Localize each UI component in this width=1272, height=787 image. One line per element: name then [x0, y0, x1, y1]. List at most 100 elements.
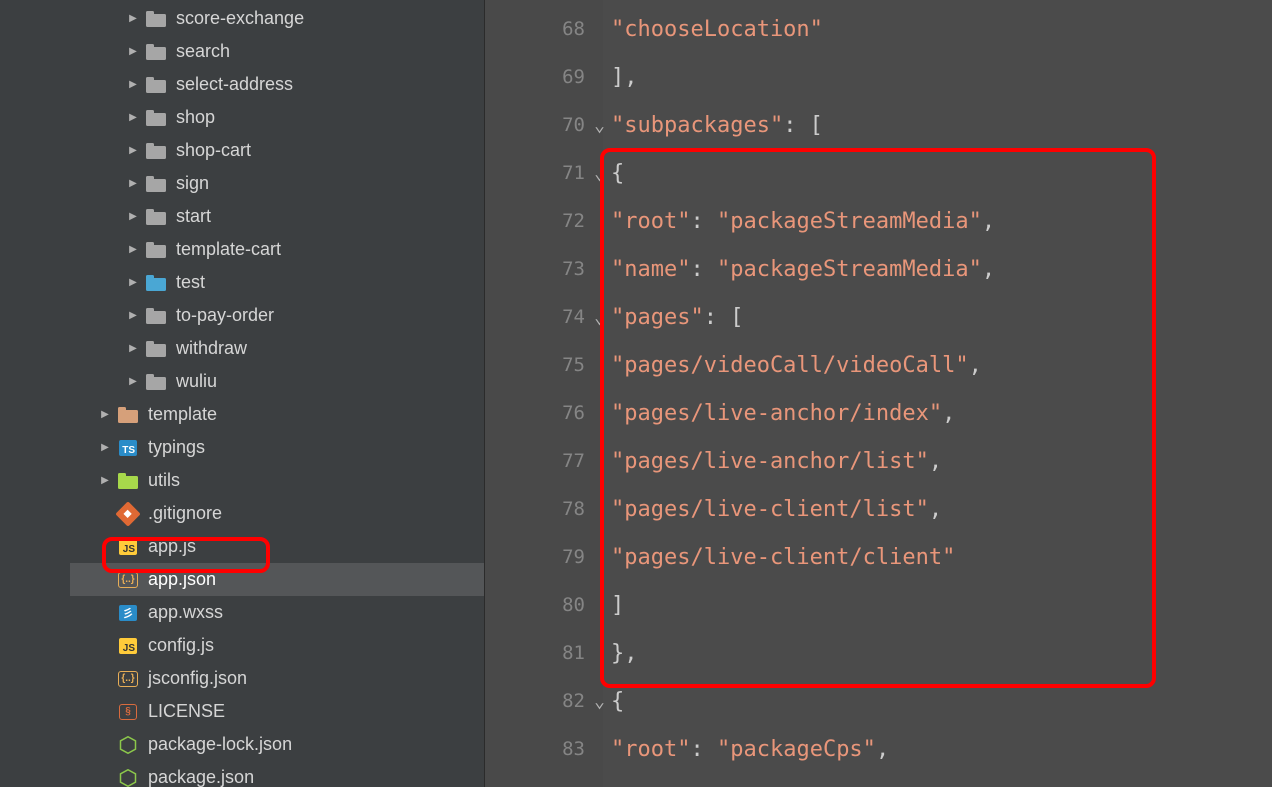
- tree-file-package-json[interactable]: package.json: [70, 761, 484, 787]
- code-line[interactable]: "pages/videoCall/videoCall",: [611, 341, 1272, 389]
- tree-item-label: wuliu: [176, 371, 217, 392]
- git-icon: ◆: [118, 504, 138, 524]
- tree-item-label: search: [176, 41, 230, 62]
- tree-file-LICENSE[interactable]: §LICENSE: [70, 695, 484, 728]
- expand-arrow-icon[interactable]: ▶: [126, 210, 140, 224]
- expand-arrow-icon[interactable]: ▶: [98, 441, 112, 455]
- tree-folder-template[interactable]: ▶template: [70, 398, 484, 431]
- code-line[interactable]: {: [611, 149, 1272, 197]
- tree-file-jsconfig-json[interactable]: {..}jsconfig.json: [70, 662, 484, 695]
- tree-file-package-lock-json[interactable]: package-lock.json: [70, 728, 484, 761]
- line-number: 80: [485, 581, 603, 629]
- fold-toggle-icon[interactable]: ⌄: [594, 115, 605, 136]
- json-icon: {..}: [118, 570, 138, 590]
- tree-item-label: app.wxss: [148, 602, 223, 623]
- code-editor[interactable]: 686970⌄71⌄727374⌄7576777879808182⌄83 "ch…: [485, 0, 1272, 787]
- tree-item-label: .gitignore: [148, 503, 222, 524]
- tree-item-label: jsconfig.json: [148, 668, 247, 689]
- tree-folder-start[interactable]: ▶start: [70, 200, 484, 233]
- line-number: 81: [485, 629, 603, 677]
- tree-folder-score-exchange[interactable]: ▶ score-exchange: [70, 2, 484, 35]
- code-line[interactable]: ]: [611, 581, 1272, 629]
- folder-icon: [146, 372, 166, 392]
- license-icon: §: [118, 702, 138, 722]
- expand-arrow-icon[interactable]: ▶: [126, 276, 140, 290]
- js-icon: JS: [118, 636, 138, 656]
- line-number: 74⌄: [485, 293, 603, 341]
- tree-file-app-json[interactable]: {..} app.json: [70, 563, 484, 596]
- tree-file-config-js[interactable]: JS config.js: [70, 629, 484, 662]
- tree-item-label: app.json: [148, 569, 216, 590]
- tree-folder-withdraw[interactable]: ▶ withdraw: [70, 332, 484, 365]
- tree-folder-template-cart[interactable]: ▶template-cart: [70, 233, 484, 266]
- code-line[interactable]: "chooseLocation": [611, 5, 1272, 53]
- expand-arrow-icon[interactable]: ▶: [98, 474, 112, 488]
- tree-item-label: config.js: [148, 635, 214, 656]
- folder-test-icon: [146, 273, 166, 293]
- code-line[interactable]: "pages/live-client/list",: [611, 485, 1272, 533]
- line-number: 70⌄: [485, 101, 603, 149]
- tree-file--gitignore[interactable]: ◆ .gitignore: [70, 497, 484, 530]
- tree-folder-wuliu[interactable]: ▶ wuliu: [70, 365, 484, 398]
- code-line[interactable]: },: [611, 629, 1272, 677]
- folder-ts-icon: TS: [118, 438, 138, 458]
- folder-icon: [146, 9, 166, 29]
- tree-item-label: utils: [148, 470, 180, 491]
- tree-file-app-wxss[interactable]: 彡 app.wxss: [70, 596, 484, 629]
- tree-folder-shop[interactable]: ▶ shop: [70, 101, 484, 134]
- line-number: 78: [485, 485, 603, 533]
- fold-toggle-icon[interactable]: ⌄: [594, 163, 605, 184]
- line-number: 83: [485, 725, 603, 773]
- expand-arrow-icon[interactable]: ▶: [126, 45, 140, 59]
- line-number: 72: [485, 197, 603, 245]
- expand-arrow-icon[interactable]: ▶: [126, 177, 140, 191]
- expand-arrow-icon[interactable]: ▶: [126, 243, 140, 257]
- expand-arrow-icon[interactable]: ▶: [126, 78, 140, 92]
- line-number: 73: [485, 245, 603, 293]
- expand-arrow-icon[interactable]: ▶: [98, 408, 112, 422]
- tree-file-app-js[interactable]: JSapp.js: [70, 530, 484, 563]
- expand-arrow-icon[interactable]: ▶: [126, 309, 140, 323]
- code-line[interactable]: "pages/live-anchor/index",: [611, 389, 1272, 437]
- tree-item-label: app.js: [148, 536, 196, 557]
- folder-icon: [146, 207, 166, 227]
- code-line[interactable]: "name": "packageStreamMedia",: [611, 245, 1272, 293]
- tree-folder-utils[interactable]: ▶ utils: [70, 464, 484, 497]
- tree-item-label: score-exchange: [176, 8, 304, 29]
- folder-icon: [146, 174, 166, 194]
- code-line[interactable]: "root": "packageCps",: [611, 725, 1272, 773]
- code-line[interactable]: {: [611, 677, 1272, 725]
- expand-arrow-icon[interactable]: ▶: [126, 375, 140, 389]
- code-line[interactable]: "pages": [: [611, 293, 1272, 341]
- expand-arrow-icon[interactable]: ▶: [126, 111, 140, 125]
- tree-folder-search[interactable]: ▶ search: [70, 35, 484, 68]
- fold-toggle-icon[interactable]: ⌄: [594, 691, 605, 712]
- tree-item-label: withdraw: [176, 338, 247, 359]
- tree-item-label: sign: [176, 173, 209, 194]
- tree-folder-sign[interactable]: ▶ sign: [70, 167, 484, 200]
- folder-icon: [146, 306, 166, 326]
- tree-item-label: shop: [176, 107, 215, 128]
- node-icon: [118, 768, 138, 787]
- expand-arrow-icon[interactable]: ▶: [126, 144, 140, 158]
- expand-arrow-icon[interactable]: ▶: [126, 12, 140, 26]
- tree-folder-typings[interactable]: ▶TStypings: [70, 431, 484, 464]
- tree-folder-shop-cart[interactable]: ▶shop-cart: [70, 134, 484, 167]
- tree-folder-select-address[interactable]: ▶select-address: [70, 68, 484, 101]
- line-number: 82⌄: [485, 677, 603, 725]
- tree-folder-test[interactable]: ▶test: [70, 266, 484, 299]
- code-line[interactable]: "pages/live-anchor/list",: [611, 437, 1272, 485]
- code-line[interactable]: ],: [611, 53, 1272, 101]
- folder-icon: [146, 339, 166, 359]
- code-line[interactable]: "subpackages": [: [611, 101, 1272, 149]
- expand-arrow-icon[interactable]: ▶: [126, 342, 140, 356]
- code-body[interactable]: "chooseLocation" ], "subpackages": [ { "…: [603, 0, 1272, 787]
- css-icon: 彡: [118, 603, 138, 623]
- folder-icon: [146, 75, 166, 95]
- fold-toggle-icon[interactable]: ⌄: [594, 307, 605, 328]
- code-line[interactable]: "root": "packageStreamMedia",: [611, 197, 1272, 245]
- tree-folder-to-pay-order[interactable]: ▶to-pay-order: [70, 299, 484, 332]
- folder-tpl-icon: [118, 405, 138, 425]
- code-line[interactable]: "pages/live-client/client": [611, 533, 1272, 581]
- line-number-gutter: 686970⌄71⌄727374⌄7576777879808182⌄83: [485, 0, 603, 787]
